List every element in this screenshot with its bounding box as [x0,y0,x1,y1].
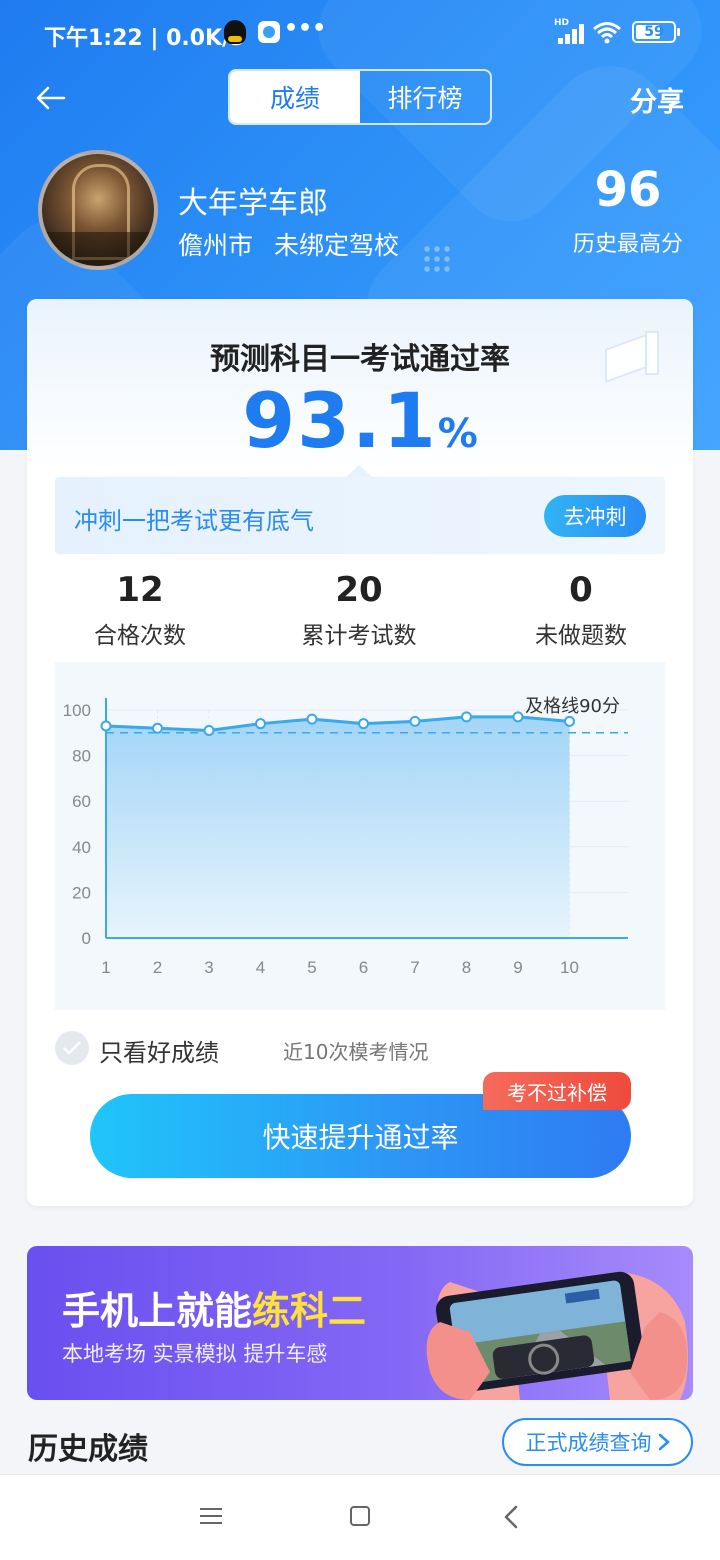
x-tick-label: 2 [153,958,162,977]
data-point [409,715,421,727]
sprint-button[interactable]: 去冲刺 [544,495,646,537]
stat-label: 未做题数 [535,623,627,649]
official-score-query-button[interactable]: 正式成绩查询 [502,1418,693,1466]
banner-subtitle: 本地考场 实景模拟 提升车感 [62,1342,328,1366]
pass-rate-unit: % [437,411,478,457]
prediction-title: 预测科目一考试通过率 [210,342,510,377]
more-notifications-icon: ••• [284,16,327,41]
y-tick-label: 0 [82,929,91,948]
history-title: 历史成绩 [28,1432,148,1467]
user-name: 大年学车郎 [178,186,328,221]
status-bar: 下午1:22 | 0.0K/s ••• HD 59 [0,0,720,64]
stat-value: 20 [335,570,383,610]
pass-rate: 93.1% [0,376,720,465]
data-point [255,718,266,730]
recent-exams-label: 近10次模考情况 [283,1040,429,1064]
message-bubble-icon [258,21,280,43]
y-tick-label: 40 [72,838,91,857]
battery-level: 59 [644,24,664,40]
data-point [306,713,318,725]
data-point [512,711,524,723]
back-arrow-icon[interactable] [34,84,66,112]
dot-grid-decoration [422,244,452,274]
sprint-text: 冲刺一把考试更有底气 [74,507,314,535]
user-city: 儋州市 [178,231,254,260]
data-point [100,720,112,732]
system-back-icon[interactable] [500,1504,524,1530]
checkmark-icon [63,1041,81,1055]
good-only-checkbox[interactable] [55,1031,89,1065]
share-button[interactable]: 分享 [630,80,684,119]
compensation-badge: 考不过补偿 [483,1072,631,1110]
avatar[interactable] [38,150,158,270]
data-point [358,718,369,730]
x-tick-label: 7 [410,958,419,977]
tab-ranking[interactable]: 排行榜 [360,71,490,123]
query-button-label: 正式成绩查询 [525,1431,652,1455]
y-tick-label: 60 [72,792,91,811]
phone-in-hands-illustration [426,1271,689,1400]
battery-icon: 59 [632,21,680,43]
data-point [564,715,575,727]
status-time: 下午1:22 | 0.0K/s [44,26,244,51]
qq-icon [224,20,246,44]
good-only-label[interactable]: 只看好成绩 [99,1033,219,1068]
series-area [106,716,570,938]
y-tick-label: 100 [63,701,91,720]
y-tick-label: 20 [72,883,91,902]
pass-line-label: 及格线90分 [525,696,620,717]
signal-icon [556,22,584,44]
wifi-icon [593,22,621,44]
stat-value: 0 [569,570,593,610]
tab-switcher: 成绩 排行榜 [228,69,492,125]
stat-label: 累计考试数 [301,623,417,649]
stat-label: 合格次数 [94,623,186,649]
stat-undone-questions: 0 未做题数 [491,570,671,650]
stat-pass-count: 12 合格次数 [50,570,230,650]
x-tick-label: 3 [204,958,213,977]
x-tick-label: 1 [101,958,110,977]
banner-title-highlight: 练科二 [252,1289,367,1333]
home-icon[interactable] [350,1506,370,1526]
x-tick-label: 6 [359,958,368,977]
data-point [203,725,215,737]
x-tick-label: 8 [462,958,471,977]
banner-title: 手机上就能练科二 [62,1280,366,1335]
best-score-value: 96 [594,162,662,218]
data-point [152,722,163,734]
best-score-label: 历史最高分 [572,232,683,257]
banner-title-prefix: 手机上就能 [62,1289,253,1333]
stat-value: 12 [116,570,164,610]
x-tick-label: 9 [513,958,522,977]
pass-rate-value: 93.1 [242,376,438,465]
driving-school[interactable]: 未绑定驾校 [274,226,399,262]
x-tick-label: 4 [256,958,265,977]
chevron-right-icon [658,1433,670,1451]
stat-total-exams: 20 累计考试数 [269,570,449,650]
score-chart: 0 20 40 60 80 100 及格线90分 1 2 3 4 5 6 7 8 9 10 [63,696,628,977]
y-tick-label: 80 [72,747,91,766]
x-tick-label: 10 [560,958,579,977]
recent-apps-icon[interactable] [200,1507,222,1525]
data-point [461,711,472,723]
x-tick-label: 5 [307,958,316,977]
tab-score[interactable]: 成绩 [230,71,360,123]
